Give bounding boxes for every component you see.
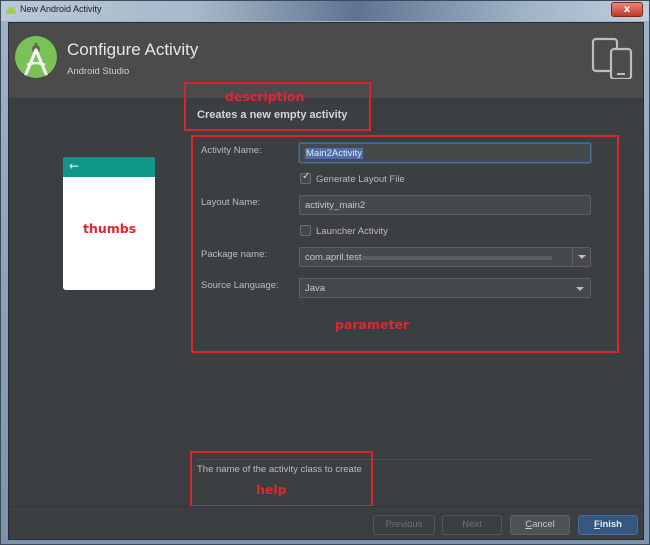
source-language-select[interactable]: Java: [299, 278, 591, 298]
dialog-window: New Android Activity x Configure Activit…: [0, 0, 650, 545]
cancel-button[interactable]: Cancel: [510, 515, 570, 535]
help-annotation-label: help: [256, 482, 287, 497]
activity-name-label: Activity Name:: [201, 145, 262, 156]
finish-button[interactable]: Finish: [578, 515, 638, 535]
help-annotation-box: [190, 451, 373, 507]
help-text: The name of the activity class to create: [197, 464, 362, 475]
generate-layout-checkbox[interactable]: ✓: [300, 171, 311, 184]
parameter-annotation-label: parameter: [335, 317, 410, 332]
template-description: Creates a new empty activity: [197, 109, 348, 121]
launcher-activity-label[interactable]: Launcher Activity: [316, 226, 388, 237]
next-button[interactable]: Next: [442, 515, 502, 535]
activity-name-value: Main2Activity: [305, 148, 363, 159]
back-arrow-icon: ←: [69, 159, 80, 173]
devices-icon: [591, 37, 633, 79]
generate-layout-label[interactable]: Generate Layout File: [316, 174, 405, 185]
layout-name-input[interactable]: activity_main2: [299, 195, 591, 215]
layout-name-value: activity_main2: [305, 200, 366, 211]
dialog-content: Configure Activity Android Studio descri…: [8, 22, 644, 540]
layout-name-label: Layout Name:: [201, 197, 261, 208]
description-annotation-label: description: [225, 89, 305, 104]
activity-name-input[interactable]: Main2Activity: [299, 143, 591, 163]
source-language-value: Java: [305, 283, 326, 294]
package-name-label: Package name:: [201, 249, 268, 260]
page-subtitle: Android Studio: [67, 66, 130, 77]
footer-separator: [9, 506, 643, 507]
cancel-label-rest: ancel: [532, 519, 555, 530]
launcher-activity-checkbox[interactable]: [300, 225, 311, 236]
redacted-region: [362, 256, 552, 260]
window-title: New Android Activity: [20, 4, 102, 14]
finish-label-rest: inish: [599, 519, 622, 530]
package-name-dropdown-button[interactable]: [572, 248, 590, 266]
checkmark-icon: ✓: [302, 171, 311, 182]
close-button[interactable]: x: [611, 2, 643, 17]
package-name-value: com.april.test: [305, 252, 362, 263]
chevron-down-icon: [576, 287, 584, 291]
android-app-icon: [6, 7, 16, 14]
title-bar[interactable]: New Android Activity x: [1, 1, 649, 21]
previous-button[interactable]: Previous: [373, 515, 435, 535]
page-title: Configure Activity: [67, 40, 199, 59]
chevron-down-icon: [578, 255, 586, 259]
thumbnail-app-bar: ←: [63, 157, 155, 177]
thumbs-annotation-label: thumbs: [83, 221, 137, 236]
package-name-combobox[interactable]: com.april.test: [299, 247, 591, 267]
android-studio-logo-icon: [15, 36, 57, 78]
source-language-label: Source Language:: [201, 280, 279, 291]
